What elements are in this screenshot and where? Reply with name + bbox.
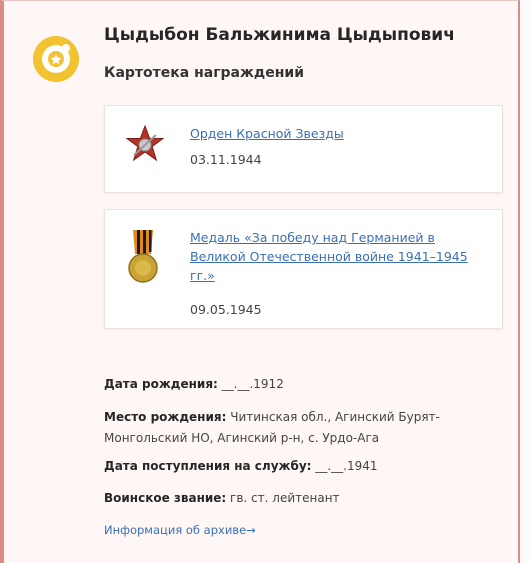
- award-date: 09.05.1945: [190, 302, 262, 317]
- rank-label: Воинское звание:: [104, 491, 227, 505]
- medal-badge-icon: [33, 36, 79, 82]
- section-title: Картотека награждений: [104, 65, 305, 81]
- service-date-label: Дата поступления на службу:: [104, 459, 312, 473]
- birth-place-row: Место рождения: Читинская обл., Агинский…: [104, 407, 514, 449]
- birth-date-label: Дата рождения:: [104, 377, 218, 391]
- archive-info-link[interactable]: Информация об архиве→: [104, 523, 256, 537]
- award-title-link[interactable]: Орден Красной Звезды: [190, 124, 490, 143]
- award-card: Цыдыбон Бальжинима Цыдыпович Картотека н…: [0, 0, 520, 563]
- red-star-order-icon: [125, 124, 165, 162]
- person-name: Цыдыбон Бальжинима Цыдыпович: [104, 25, 455, 45]
- service-date-value: __.__.1941: [315, 459, 378, 473]
- service-date-row: Дата поступления на службу: __.__.1941: [104, 459, 514, 473]
- award-item: Орден Красной Звезды 03.11.1944: [104, 105, 503, 193]
- birth-date-value: __.__.1912: [221, 377, 284, 391]
- award-title-link[interactable]: Медаль «За победу над Германией в Велико…: [190, 228, 490, 285]
- birth-place-label: Место рождения:: [104, 410, 227, 424]
- rank-value: гв. ст. лейтенант: [230, 491, 340, 505]
- rank-row: Воинское звание: гв. ст. лейтенант: [104, 491, 514, 505]
- birth-date-row: Дата рождения: __.__.1912: [104, 377, 514, 391]
- award-date: 03.11.1944: [190, 152, 262, 167]
- victory-medal-icon: [128, 230, 158, 283]
- award-item: Медаль «За победу над Германией в Велико…: [104, 209, 503, 329]
